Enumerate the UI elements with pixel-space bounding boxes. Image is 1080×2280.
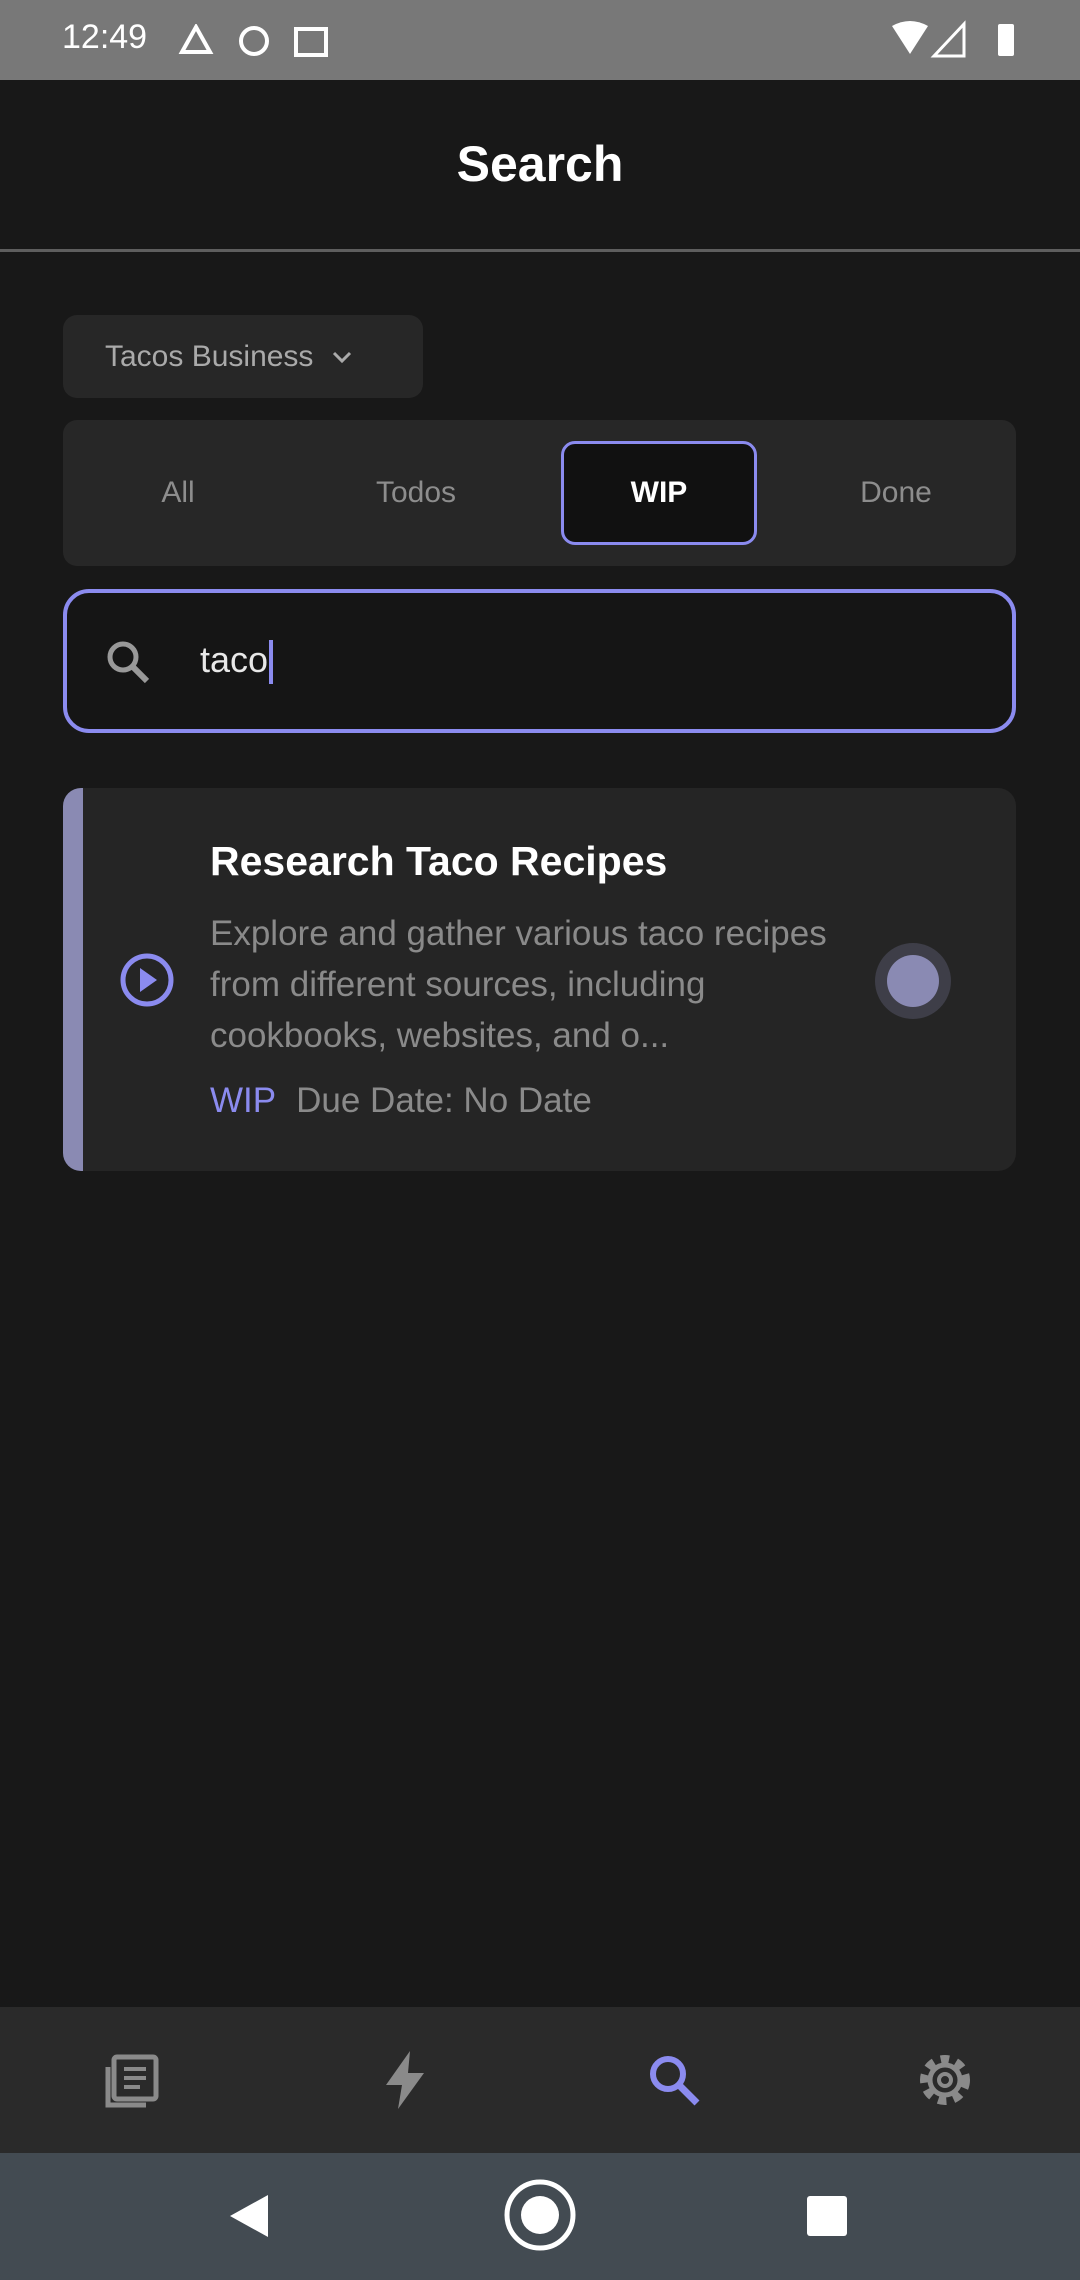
task-status: WIP: [210, 1081, 277, 1120]
bottom-navigation: [0, 2007, 1080, 2153]
system-navigation-bar: [0, 2153, 1080, 2280]
tab-all[interactable]: All: [80, 441, 276, 545]
task-due-date: Due Date: No Date: [296, 1081, 592, 1120]
search-input[interactable]: taco: [63, 589, 1016, 733]
tab-done[interactable]: Done: [798, 441, 994, 545]
task-meta: WIP Due Date: No Date: [210, 1081, 592, 1121]
lightning-icon[interactable]: [370, 2045, 440, 2115]
search-value: taco: [200, 639, 269, 680]
recents-icon[interactable]: [806, 2195, 848, 2237]
home-icon[interactable]: [502, 2177, 578, 2253]
task-card[interactable]: Research Taco Recipes Explore and gather…: [63, 788, 1016, 1171]
card-accent-bar: [63, 788, 83, 1171]
search-icon: [107, 641, 150, 684]
chevron-down-icon: [333, 351, 352, 363]
status-bar: 12:49: [0, 0, 1080, 80]
project-name: Tacos Business: [105, 339, 314, 373]
tasks-icon[interactable]: [100, 2045, 170, 2115]
status-filter-tabs: All Todos WIP Done: [63, 420, 1016, 566]
status-time: 12:49: [62, 18, 148, 56]
tab-todos[interactable]: Todos: [318, 441, 514, 545]
project-dropdown[interactable]: Tacos Business: [63, 315, 423, 398]
task-radio-button[interactable]: [873, 941, 953, 1021]
page-title: Search: [456, 136, 624, 192]
search-icon[interactable]: [639, 2045, 709, 2115]
header-divider: [0, 249, 1080, 252]
text-caret: [269, 640, 274, 685]
play-circle-icon[interactable]: [119, 952, 175, 1008]
notification-icons: [178, 24, 328, 57]
task-description: Explore and gather various taco recipes …: [210, 914, 827, 1055]
settings-icon[interactable]: [910, 2045, 980, 2115]
system-status-icons: [892, 20, 1014, 58]
tab-wip[interactable]: WIP: [561, 441, 757, 545]
task-title: Research Taco Recipes: [210, 838, 668, 884]
back-icon[interactable]: [226, 2193, 272, 2239]
app-header: Search: [0, 80, 1080, 250]
